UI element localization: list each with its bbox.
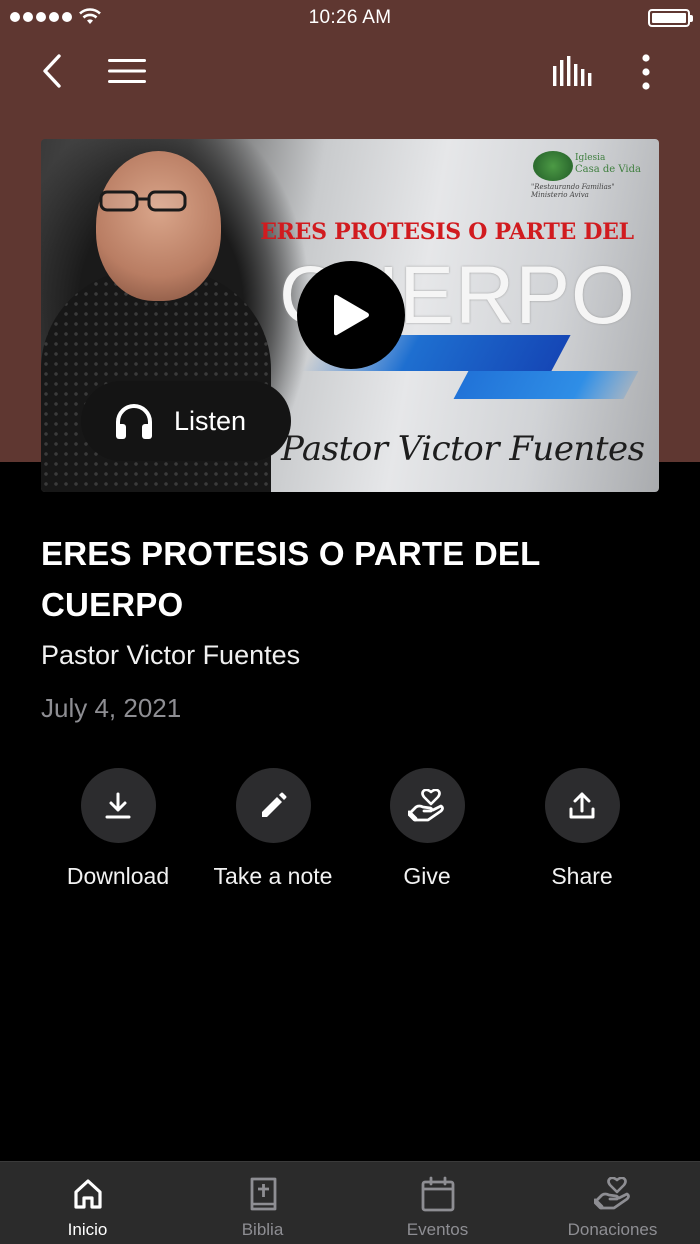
battery-icon xyxy=(648,9,693,27)
church-logo: Iglesia Casa de Vida "Restaurando Famili… xyxy=(531,151,641,199)
back-icon xyxy=(43,54,61,88)
download-icon xyxy=(105,792,131,818)
audio-levels-button[interactable] xyxy=(548,52,596,90)
tab-inicio[interactable]: Inicio xyxy=(0,1162,175,1244)
tab-label: Eventos xyxy=(406,1220,469,1239)
tab-label: Inicio xyxy=(67,1220,108,1239)
share-label: Share xyxy=(551,863,613,889)
listen-button[interactable]: Listen xyxy=(81,381,291,461)
status-bar: 10:26 AM xyxy=(0,0,700,36)
action-row: Download Take a note Give Share xyxy=(0,768,700,898)
audio-levels-icon xyxy=(553,56,592,86)
calendar-icon xyxy=(421,1176,454,1212)
back-button[interactable] xyxy=(34,52,70,90)
give-button[interactable]: Give xyxy=(342,768,512,890)
tab-biblia[interactable]: Biblia xyxy=(175,1162,350,1244)
take-note-label: Take a note xyxy=(213,863,333,889)
tab-label: Biblia xyxy=(241,1220,284,1239)
more-vertical-icon xyxy=(642,54,650,90)
listen-label: Listen xyxy=(174,405,247,436)
take-note-button[interactable]: Take a note xyxy=(188,768,358,890)
glasses-icon xyxy=(99,190,187,212)
tab-label: Donaciones xyxy=(567,1220,658,1239)
play-button[interactable] xyxy=(297,261,405,369)
thumbnail-heading: ERES PROTESIS O PARTE DEL xyxy=(260,219,634,245)
sermon-date: July 4, 2021 xyxy=(41,693,182,723)
tab-donaciones[interactable]: Donaciones xyxy=(525,1162,700,1244)
sermon-speaker: Pastor Victor Fuentes xyxy=(41,640,301,670)
pencil-icon xyxy=(262,792,287,817)
sermon-thumbnail[interactable]: Iglesia Casa de Vida "Restaurando Famili… xyxy=(41,139,659,492)
thumbnail-stripe xyxy=(453,371,639,399)
thumbnail-signature: Pastor Victor Fuentes xyxy=(281,429,645,469)
menu-icon xyxy=(108,59,146,83)
play-icon xyxy=(334,294,369,336)
home-icon xyxy=(73,1179,102,1209)
give-label: Give xyxy=(403,863,451,889)
tab-bar: Inicio Biblia Eventos Donaciones xyxy=(0,1161,700,1244)
headphones-icon xyxy=(116,404,152,439)
share-icon xyxy=(569,792,595,818)
download-label: Download xyxy=(66,863,170,889)
sermon-title: ERES PROTESIS O PARTE DEL CUERPO xyxy=(41,535,540,623)
download-button[interactable]: Download xyxy=(33,768,203,890)
bible-icon xyxy=(250,1177,276,1211)
share-button[interactable]: Share xyxy=(497,768,667,890)
more-options-button[interactable] xyxy=(628,52,664,92)
heart-hand-icon xyxy=(408,788,444,821)
heart-hand-icon xyxy=(593,1177,630,1210)
tab-eventos[interactable]: Eventos xyxy=(350,1162,525,1244)
menu-button[interactable] xyxy=(104,52,150,90)
status-time: 10:26 AM xyxy=(308,7,392,28)
tree-icon xyxy=(533,151,573,181)
